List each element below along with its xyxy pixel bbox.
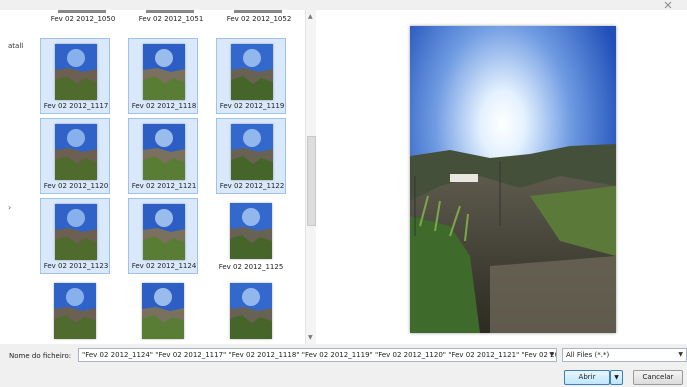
scroll-down-icon[interactable]: ▼ [308, 334, 313, 341]
file-thumbnail[interactable] [54, 283, 96, 339]
thumbnail-edge [58, 10, 106, 13]
open-button[interactable]: Abrir [564, 370, 610, 385]
file-tile[interactable] [40, 278, 110, 344]
file-caption[interactable]: Fev 02 2012_1120 [41, 182, 111, 190]
filename-value: "Fev 02 2012_1124" "Fev 02 2012_1117" "F… [82, 351, 557, 359]
file-tile[interactable]: Fev 02 2012_1123 [40, 198, 110, 274]
file-caption[interactable]: Fev 02 2012_1123 [41, 262, 111, 270]
preview-pane [316, 10, 687, 344]
file-caption[interactable]: Fev 02 2012_1119 [217, 102, 287, 110]
file-thumbnail[interactable] [230, 283, 272, 339]
thumbnail-edge [234, 10, 282, 13]
open-options-chevron-down-icon[interactable]: ▼ [610, 370, 623, 385]
chevron-down-icon[interactable]: ▼ [678, 349, 683, 361]
file-caption[interactable]: Fev 02 2012_1051 [136, 15, 206, 23]
file-caption[interactable]: Fev 02 2012_1118 [129, 102, 199, 110]
file-tile[interactable]: Fev 02 2012_1122 [216, 118, 286, 194]
cancel-button[interactable]: Cancelar [633, 370, 683, 385]
file-tile[interactable]: Fev 02 2012_1121 [128, 118, 198, 194]
file-caption[interactable]: Fev 02 2012_1125 [216, 263, 286, 271]
file-tile[interactable] [128, 278, 198, 344]
file-tile[interactable]: Fev 02 2012_1118 [128, 38, 198, 114]
file-caption[interactable]: Fev 02 2012_1050 [48, 15, 118, 23]
file-thumbnail[interactable] [143, 124, 185, 180]
file-thumbnail[interactable] [55, 204, 97, 260]
file-tile[interactable] [216, 278, 286, 344]
file-tile[interactable]: Fev 02 2012_1120 [40, 118, 110, 194]
file-thumbnail-grid: Fev 02 2012_1050 Fev 02 2012_1051 Fev 02… [34, 10, 305, 344]
file-caption[interactable]: Fev 02 2012_1121 [129, 182, 199, 190]
file-tile[interactable]: Fev 02 2012_1124 [128, 198, 198, 274]
file-thumbnail[interactable] [143, 204, 185, 260]
file-type-select[interactable]: All Files (*.*) ▼ [562, 348, 687, 362]
file-thumbnail[interactable] [143, 44, 185, 100]
filename-label: Nome do ficheiro: [9, 352, 72, 360]
file-caption[interactable]: Fev 02 2012_1122 [217, 182, 287, 190]
scroll-up-icon[interactable]: ▲ [308, 13, 313, 20]
chevron-down-icon[interactable]: ▼ [549, 349, 554, 361]
scrollbar-thumb[interactable] [307, 136, 316, 226]
file-thumbnail[interactable] [55, 44, 97, 100]
file-caption[interactable]: Fev 02 2012_1052 [224, 15, 294, 23]
navigation-pane: atall › [0, 10, 34, 344]
dialog-footer: Nome do ficheiro: "Fev 02 2012_1124" "Fe… [0, 344, 687, 387]
file-caption[interactable]: Fev 02 2012_1124 [129, 262, 199, 270]
nav-expand-icon[interactable]: › [8, 203, 11, 212]
file-type-value: All Files (*.*) [566, 351, 610, 359]
thumbnail-edge [146, 10, 194, 13]
file-tile[interactable]: Fev 02 2012_1119 [216, 38, 286, 114]
filename-input[interactable]: "Fev 02 2012_1124" "Fev 02 2012_1117" "F… [78, 348, 557, 362]
file-thumbnail[interactable] [55, 124, 97, 180]
file-caption[interactable]: Fev 02 2012_1117 [41, 102, 111, 110]
file-thumbnail[interactable] [230, 203, 272, 259]
file-thumbnail[interactable] [231, 44, 273, 100]
file-tile[interactable]: Fev 02 2012_1125 [216, 198, 286, 274]
file-tile[interactable]: Fev 02 2012_1117 [40, 38, 110, 114]
close-icon[interactable] [663, 1, 673, 9]
nav-item-label[interactable]: atall [8, 42, 23, 50]
preview-image [410, 26, 616, 333]
file-thumbnail[interactable] [231, 124, 273, 180]
file-thumbnail[interactable] [142, 283, 184, 339]
